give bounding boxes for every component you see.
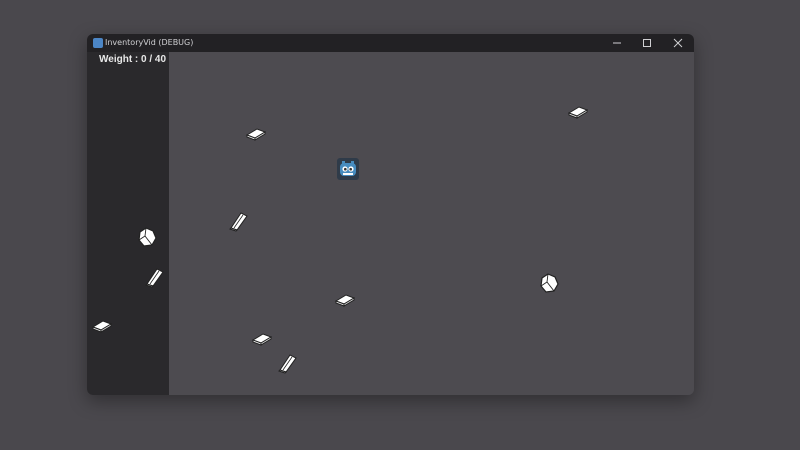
- close-icon: [673, 38, 683, 48]
- metal-ingot-icon[interactable]: [228, 210, 250, 236]
- metal-ingot-icon[interactable]: [334, 292, 356, 311]
- metal-ingot-icon[interactable]: [277, 352, 299, 378]
- metal-ingot-icon[interactable]: [567, 104, 589, 123]
- godot-app-icon: [93, 38, 103, 48]
- metal-ingot-icon[interactable]: [251, 331, 273, 350]
- maximize-button[interactable]: [632, 34, 662, 52]
- window-title: InventoryVid (DEBUG): [105, 38, 194, 47]
- minimize-icon: [613, 42, 621, 44]
- rock-ore-icon[interactable]: [136, 226, 158, 252]
- game-viewport[interactable]: Weight : 0 / 40: [87, 52, 694, 395]
- metal-ingot-icon[interactable]: [91, 318, 113, 337]
- minimize-button[interactable]: [602, 34, 632, 52]
- rock-ore-icon[interactable]: [538, 272, 560, 298]
- metal-ingot-icon[interactable]: [245, 126, 267, 145]
- game-window: InventoryVid (DEBUG) Weight : 0 / 40: [87, 34, 694, 395]
- title-bar[interactable]: InventoryVid (DEBUG): [87, 34, 694, 52]
- close-button[interactable]: [663, 34, 693, 52]
- godot-player-icon: [337, 158, 359, 180]
- maximize-icon: [643, 39, 651, 47]
- weight-label: Weight : 0 / 40: [99, 54, 167, 65]
- inventory-side-panel: Weight : 0 / 40: [87, 52, 169, 395]
- metal-ingot-icon[interactable]: [144, 266, 166, 292]
